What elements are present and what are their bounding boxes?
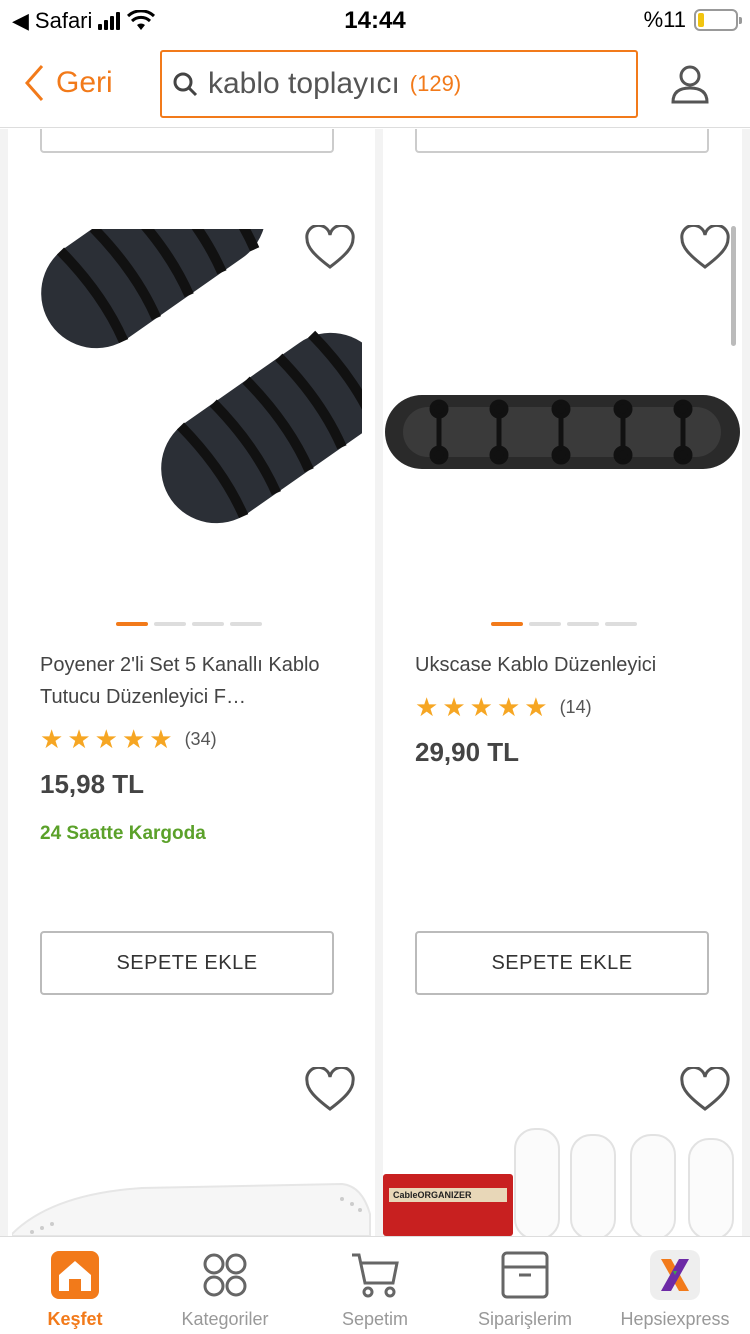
user-icon (671, 65, 709, 104)
search-query: kablo toplayıcı (208, 67, 400, 100)
add-to-cart-button[interactable]: SEPETE EKLE (40, 931, 334, 995)
review-count: (14) (559, 696, 592, 717)
tab-label: Kategoriler (181, 1309, 269, 1329)
hepsiexpress-icon (650, 1250, 700, 1300)
chevron-left-icon (24, 65, 44, 101)
product-card[interactable]: Poyener 2'li Set 5 Kanallı Kablo Tutucu … (8, 129, 375, 1236)
image-pager (491, 622, 637, 626)
star-icon: ★ (149, 724, 173, 754)
star-icon: ★ (496, 692, 521, 722)
rating: ★ ★ ★ ★ ★ (34) (40, 726, 217, 752)
home-icon (51, 1251, 99, 1299)
star-icon: ★ (524, 692, 548, 722)
image-pager (116, 622, 262, 626)
favorite-heart-icon[interactable] (679, 1067, 731, 1113)
favorite-heart-icon[interactable] (304, 1067, 356, 1113)
result-count: (129) (409, 71, 462, 96)
price: 29,90 TL (415, 737, 520, 767)
product-card[interactable]: Ukscase Kablo Düzenleyici ★ ★ ★ ★ ★ (14) 29,… (383, 129, 742, 1236)
battery-status: %11 (643, 7, 742, 33)
account-button[interactable] (670, 64, 710, 109)
rating: ★ ★ ★ ★ ★ (14) (415, 694, 592, 720)
cart-icon (352, 1253, 399, 1298)
scrollbar[interactable] (731, 226, 736, 346)
favorite-heart-icon[interactable] (679, 225, 731, 271)
star-icon: ★ (415, 692, 439, 722)
categories-icon (203, 1253, 247, 1297)
product-image[interactable] (513, 1125, 742, 1236)
tab-sepetim[interactable]: Sepetim (300, 1237, 450, 1334)
star-icon: ★ (40, 724, 64, 754)
search-input[interactable]: kablo toplayıcı (129) (160, 50, 638, 118)
shipping-badge: 24 Saatte Kargoda (40, 823, 206, 844)
product-grid: Poyener 2'li Set 5 Kanallı Kablo Tutucu … (0, 129, 750, 1236)
tab-label: Hepsiexpress (620, 1309, 730, 1329)
back-button[interactable]: Geri (24, 64, 113, 102)
product-image[interactable] (12, 229, 362, 609)
battery-percent: %11 (643, 7, 686, 32)
clock: 14:44 (344, 7, 406, 34)
star-icon: ★ (94, 724, 118, 754)
search-icon (173, 72, 198, 97)
product-image[interactable]: CableORGANIZER (383, 1174, 513, 1236)
star-icon: ★ (67, 724, 91, 754)
tab-label: Keşfet (47, 1309, 103, 1329)
star-icon: ★ (121, 724, 146, 754)
tab-kesfet[interactable]: Keşfet (0, 1237, 150, 1334)
status-bar: ◀ Safari 14:44 %11 (0, 0, 750, 40)
star-icon: ★ (442, 692, 466, 722)
battery-icon (694, 9, 742, 31)
star-icon: ★ (469, 692, 493, 722)
prev-add-to-cart-button[interactable] (415, 129, 709, 153)
product-name[interactable]: Ukscase Kablo Düzenleyici (415, 649, 715, 681)
tab-label: Siparişlerim (477, 1309, 573, 1329)
prev-add-to-cart-button[interactable] (40, 129, 334, 153)
add-to-cart-button[interactable]: SEPETE EKLE (415, 931, 709, 995)
bottom-tab-bar: Keşfet Kategoriler Sepetim Siparişlerim … (0, 1236, 750, 1334)
tab-label: Sepetim (341, 1309, 409, 1329)
product-image[interactable] (12, 1154, 372, 1236)
price: 15,98 TL (40, 769, 145, 799)
back-label: Geri (56, 66, 113, 99)
product-image[interactable] (383, 389, 742, 475)
tab-kategoriler[interactable]: Kategoriler (150, 1237, 300, 1334)
product-name[interactable]: Poyener 2'li Set 5 Kanallı Kablo Tutucu … (40, 649, 340, 713)
review-count: (34) (184, 728, 217, 749)
package-label: CableORGANIZER (389, 1188, 507, 1202)
box-icon (501, 1251, 549, 1299)
tab-siparislerim[interactable]: Siparişlerim (450, 1237, 600, 1334)
tab-hepsiexpress[interactable]: Hepsiexpress (600, 1237, 750, 1334)
search-header: Geri kablo toplayıcı (129) (0, 40, 750, 128)
